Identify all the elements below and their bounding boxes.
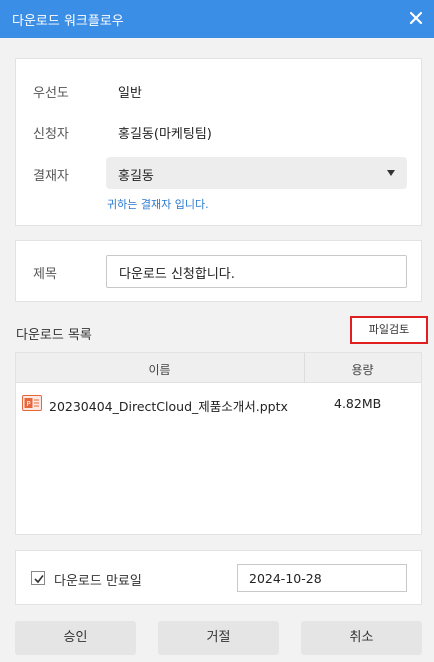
priority-value: 일반	[118, 86, 142, 101]
expiry-label: 다운로드 만료일	[54, 574, 142, 589]
cancel-button[interactable]: 취소	[301, 621, 422, 655]
column-header-size: 용량	[351, 363, 374, 377]
column-header-name: 이름	[148, 363, 171, 377]
svg-text:P: P	[26, 400, 30, 408]
approver-help-text: 귀하는 결재자 입니다.	[107, 198, 209, 211]
window-titlebar: 다운로드 워크플로우	[0, 0, 434, 38]
file-table-header: 이름 용량	[16, 353, 421, 383]
caret-down-icon	[387, 170, 395, 176]
subject-input[interactable]: 다운로드 신청합니다.	[106, 255, 407, 288]
subject-label: 제목	[33, 267, 57, 282]
approver-selected-value: 홍길동	[118, 169, 154, 184]
close-icon[interactable]	[407, 9, 425, 27]
info-panel	[15, 58, 422, 226]
checkmark-icon	[34, 575, 44, 584]
reject-button[interactable]: 거절	[158, 621, 279, 655]
approve-button[interactable]: 승인	[15, 621, 136, 655]
file-name: 20230404_DirectCloud_제품소개서.pptx	[49, 399, 288, 414]
requester-value: 홍길동(마케팅팀)	[118, 127, 212, 142]
expiry-checkbox[interactable]	[31, 571, 45, 585]
expiry-date-input[interactable]: 2024-10-28	[237, 564, 407, 592]
file-size: 4.82MB	[334, 396, 382, 411]
file-review-button[interactable]: 파일검토	[350, 316, 428, 344]
window-title: 다운로드 워크플로우	[12, 14, 124, 29]
approver-select[interactable]: 홍길동	[106, 157, 407, 189]
requester-label: 신청자	[33, 127, 69, 142]
priority-label: 우선도	[33, 86, 69, 101]
pptx-file-icon: P	[22, 395, 42, 411]
approver-label: 결재자	[33, 169, 69, 184]
download-list-title: 다운로드 목록	[16, 328, 92, 343]
table-row[interactable]: P 20230404_DirectCloud_제품소개서.pptx 4.82MB	[16, 390, 421, 418]
